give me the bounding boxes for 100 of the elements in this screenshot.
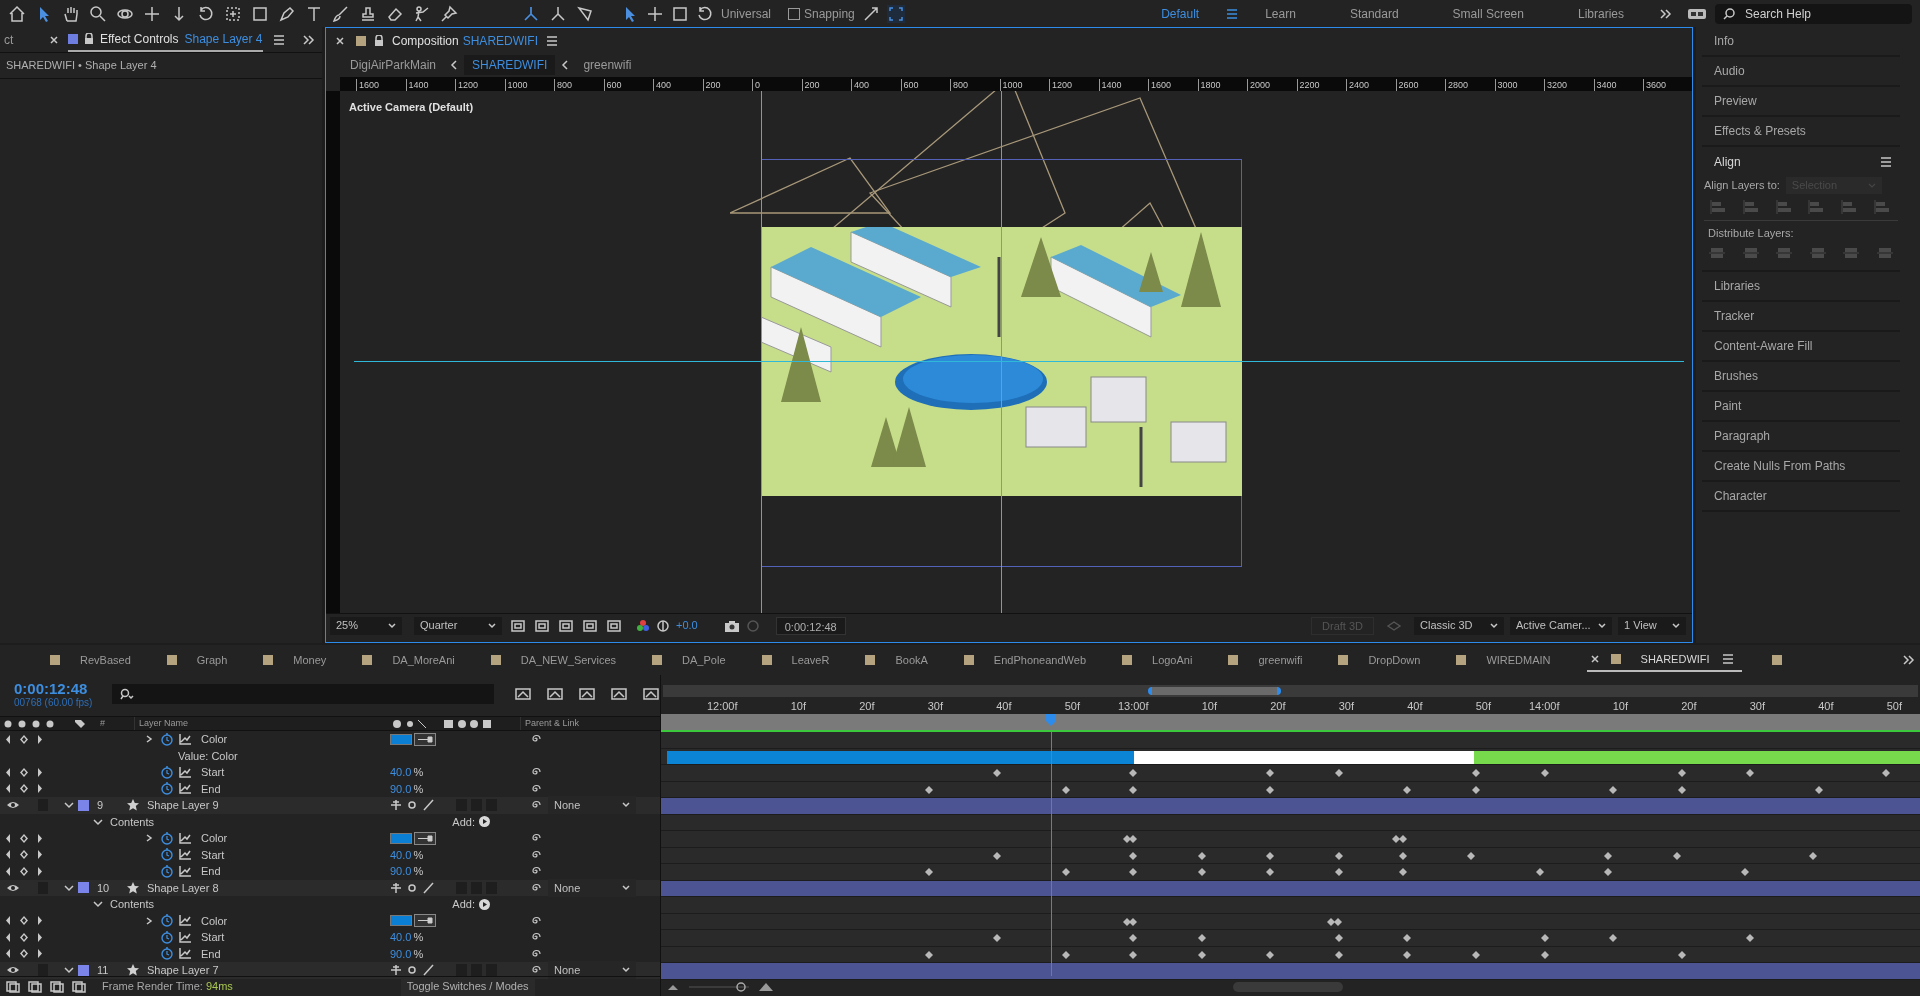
composition-tab[interactable]: EndPhoneandWeb xyxy=(963,648,1122,672)
composition-tab[interactable]: Money xyxy=(263,648,363,672)
switch-box[interactable] xyxy=(456,964,467,977)
pen-icon[interactable] xyxy=(278,4,296,23)
color-swatch[interactable] xyxy=(390,832,412,844)
graph-icon[interactable] xyxy=(179,948,191,960)
keyframe-icon[interactable] xyxy=(1403,785,1412,794)
graph-icon[interactable] xyxy=(179,766,191,778)
graph-icon[interactable] xyxy=(179,849,191,861)
eyedropper-icon[interactable] xyxy=(414,732,436,746)
keyframe-navigator-icon[interactable] xyxy=(6,850,42,860)
composition-tab[interactable]: DropDown xyxy=(1338,648,1457,672)
keyframe-navigator-icon[interactable] xyxy=(6,932,42,942)
breadcrumb-tab[interactable]: DigiAirParkMain xyxy=(342,55,445,75)
composition-tab[interactable]: DA_NEW_Services xyxy=(490,648,653,672)
keyframe-icon[interactable] xyxy=(993,769,1002,777)
chevrons-icon[interactable] xyxy=(302,33,316,46)
keyframe-icon[interactable] xyxy=(1535,868,1544,876)
view-axis-icon[interactable] xyxy=(576,4,594,23)
scrollbar-thumb[interactable] xyxy=(1233,981,1343,992)
panel-heading[interactable]: Align xyxy=(1714,153,1741,171)
color-swatch[interactable] xyxy=(390,733,412,745)
keyframe-icon[interactable] xyxy=(924,785,933,794)
panel-item[interactable]: Audio xyxy=(1702,57,1900,87)
keyframe-icon[interactable] xyxy=(1814,785,1823,794)
graph-icon[interactable] xyxy=(179,733,191,745)
type-icon[interactable] xyxy=(305,4,323,23)
menu-icon[interactable] xyxy=(272,33,285,46)
workspace-tab[interactable]: Small Screen xyxy=(1425,4,1551,23)
expand-caret-icon[interactable] xyxy=(93,900,103,909)
chevrons-icon[interactable] xyxy=(1902,654,1916,666)
expand-caret-icon[interactable] xyxy=(145,735,153,744)
workspace-tab[interactable]: Default xyxy=(1134,4,1227,23)
anchor-grid-icon[interactable] xyxy=(224,4,242,23)
property-value[interactable]: 90.0 xyxy=(390,782,412,795)
keyframe-navigator-icon[interactable] xyxy=(6,949,42,959)
expand-caret-icon[interactable] xyxy=(64,883,74,892)
stopwatch-icon[interactable] xyxy=(161,732,173,746)
keyframe-icon[interactable] xyxy=(924,868,933,876)
keyframe-icon[interactable] xyxy=(1882,769,1891,777)
view-dropdown[interactable]: Active Camer... xyxy=(1510,616,1612,635)
eyedropper-icon[interactable] xyxy=(414,914,436,928)
composition-tab[interactable]: DA_Pole xyxy=(652,648,762,672)
keyframe-icon[interactable] xyxy=(1467,851,1476,860)
zoom-slider-icon[interactable] xyxy=(689,981,749,992)
layer-name[interactable]: Shape Layer 8 xyxy=(147,879,219,896)
keyframe-icon[interactable] xyxy=(1609,934,1618,942)
composition-tab[interactable]: BookA xyxy=(865,648,964,672)
graph-icon[interactable] xyxy=(179,865,191,877)
local-axis-icon[interactable] xyxy=(522,4,540,23)
composition-tab[interactable]: WIREDMAIN xyxy=(1456,648,1587,672)
rotate-icon[interactable] xyxy=(197,4,215,23)
keyframe-icon[interactable] xyxy=(1471,950,1480,959)
keyframe-icon[interactable] xyxy=(1061,950,1070,959)
brush-icon[interactable] xyxy=(332,4,350,23)
keyframe-icon[interactable] xyxy=(1266,950,1275,959)
property-value[interactable]: 90.0 xyxy=(390,947,412,960)
camera-icon[interactable] xyxy=(723,618,740,633)
workspace-tab[interactable]: Standard xyxy=(1322,4,1426,23)
keyframe-navigator-icon[interactable] xyxy=(6,784,42,794)
panel-item[interactable]: Paragraph xyxy=(1702,421,1900,452)
keyframe-icon[interactable] xyxy=(993,934,1002,942)
color-swatch[interactable] xyxy=(390,915,412,927)
stopwatch-icon[interactable] xyxy=(161,930,173,944)
rectangle-icon[interactable] xyxy=(251,4,269,23)
stamp-icon[interactable] xyxy=(359,4,377,23)
composition-tab[interactable]: DA_MoreAni xyxy=(362,648,491,672)
keyframe-icon[interactable] xyxy=(1334,769,1343,777)
timecode-field[interactable]: 0:00:12:48 xyxy=(775,616,846,635)
move-cross-icon[interactable] xyxy=(646,4,664,23)
keyframe-navigator-icon[interactable] xyxy=(6,866,42,876)
expand-caret-icon[interactable] xyxy=(145,916,153,925)
add-circle-icon[interactable] xyxy=(479,898,490,910)
layer-name-link[interactable]: Shape Layer 4 xyxy=(184,29,263,48)
composition-tab[interactable]: SHAREDWIFI xyxy=(1586,648,1742,672)
parent-dropdown[interactable]: None xyxy=(548,961,636,980)
frame-corners-icon[interactable] xyxy=(886,4,905,23)
hand-icon[interactable] xyxy=(62,4,80,23)
exposure-value[interactable]: +0.0 xyxy=(676,617,698,634)
composition-tab[interactable]: greenwifi xyxy=(1228,648,1339,672)
pick-whip-icon[interactable] xyxy=(530,782,542,795)
quality-switch-icon[interactable] xyxy=(406,881,418,894)
keyframe-navigator-icon[interactable] xyxy=(6,767,42,777)
snapping-checkbox[interactable]: Snapping xyxy=(788,4,855,23)
pick-whip-icon[interactable] xyxy=(530,881,542,894)
time-navigator-handle[interactable] xyxy=(1148,687,1281,695)
panel-item[interactable]: Brushes xyxy=(1702,361,1900,392)
label-square-icon[interactable] xyxy=(78,799,89,811)
panel-tab[interactable]: ct xyxy=(0,30,50,49)
search-icon[interactable] xyxy=(89,4,107,23)
panel-item[interactable]: Paint xyxy=(1702,391,1900,422)
panel-item[interactable]: Tracker xyxy=(1702,301,1900,332)
keyframe-icon[interactable] xyxy=(1609,785,1618,794)
switch-box[interactable] xyxy=(38,964,48,977)
keyframe-icon[interactable] xyxy=(1061,868,1070,876)
graph-icon[interactable] xyxy=(179,915,191,927)
panel-item[interactable]: Character xyxy=(1702,481,1900,512)
renderer-dropdown[interactable]: Classic 3D xyxy=(1414,616,1504,635)
breadcrumb-tab[interactable]: SHAREDWIFI xyxy=(464,55,556,75)
expand-caret-icon[interactable] xyxy=(145,834,153,843)
